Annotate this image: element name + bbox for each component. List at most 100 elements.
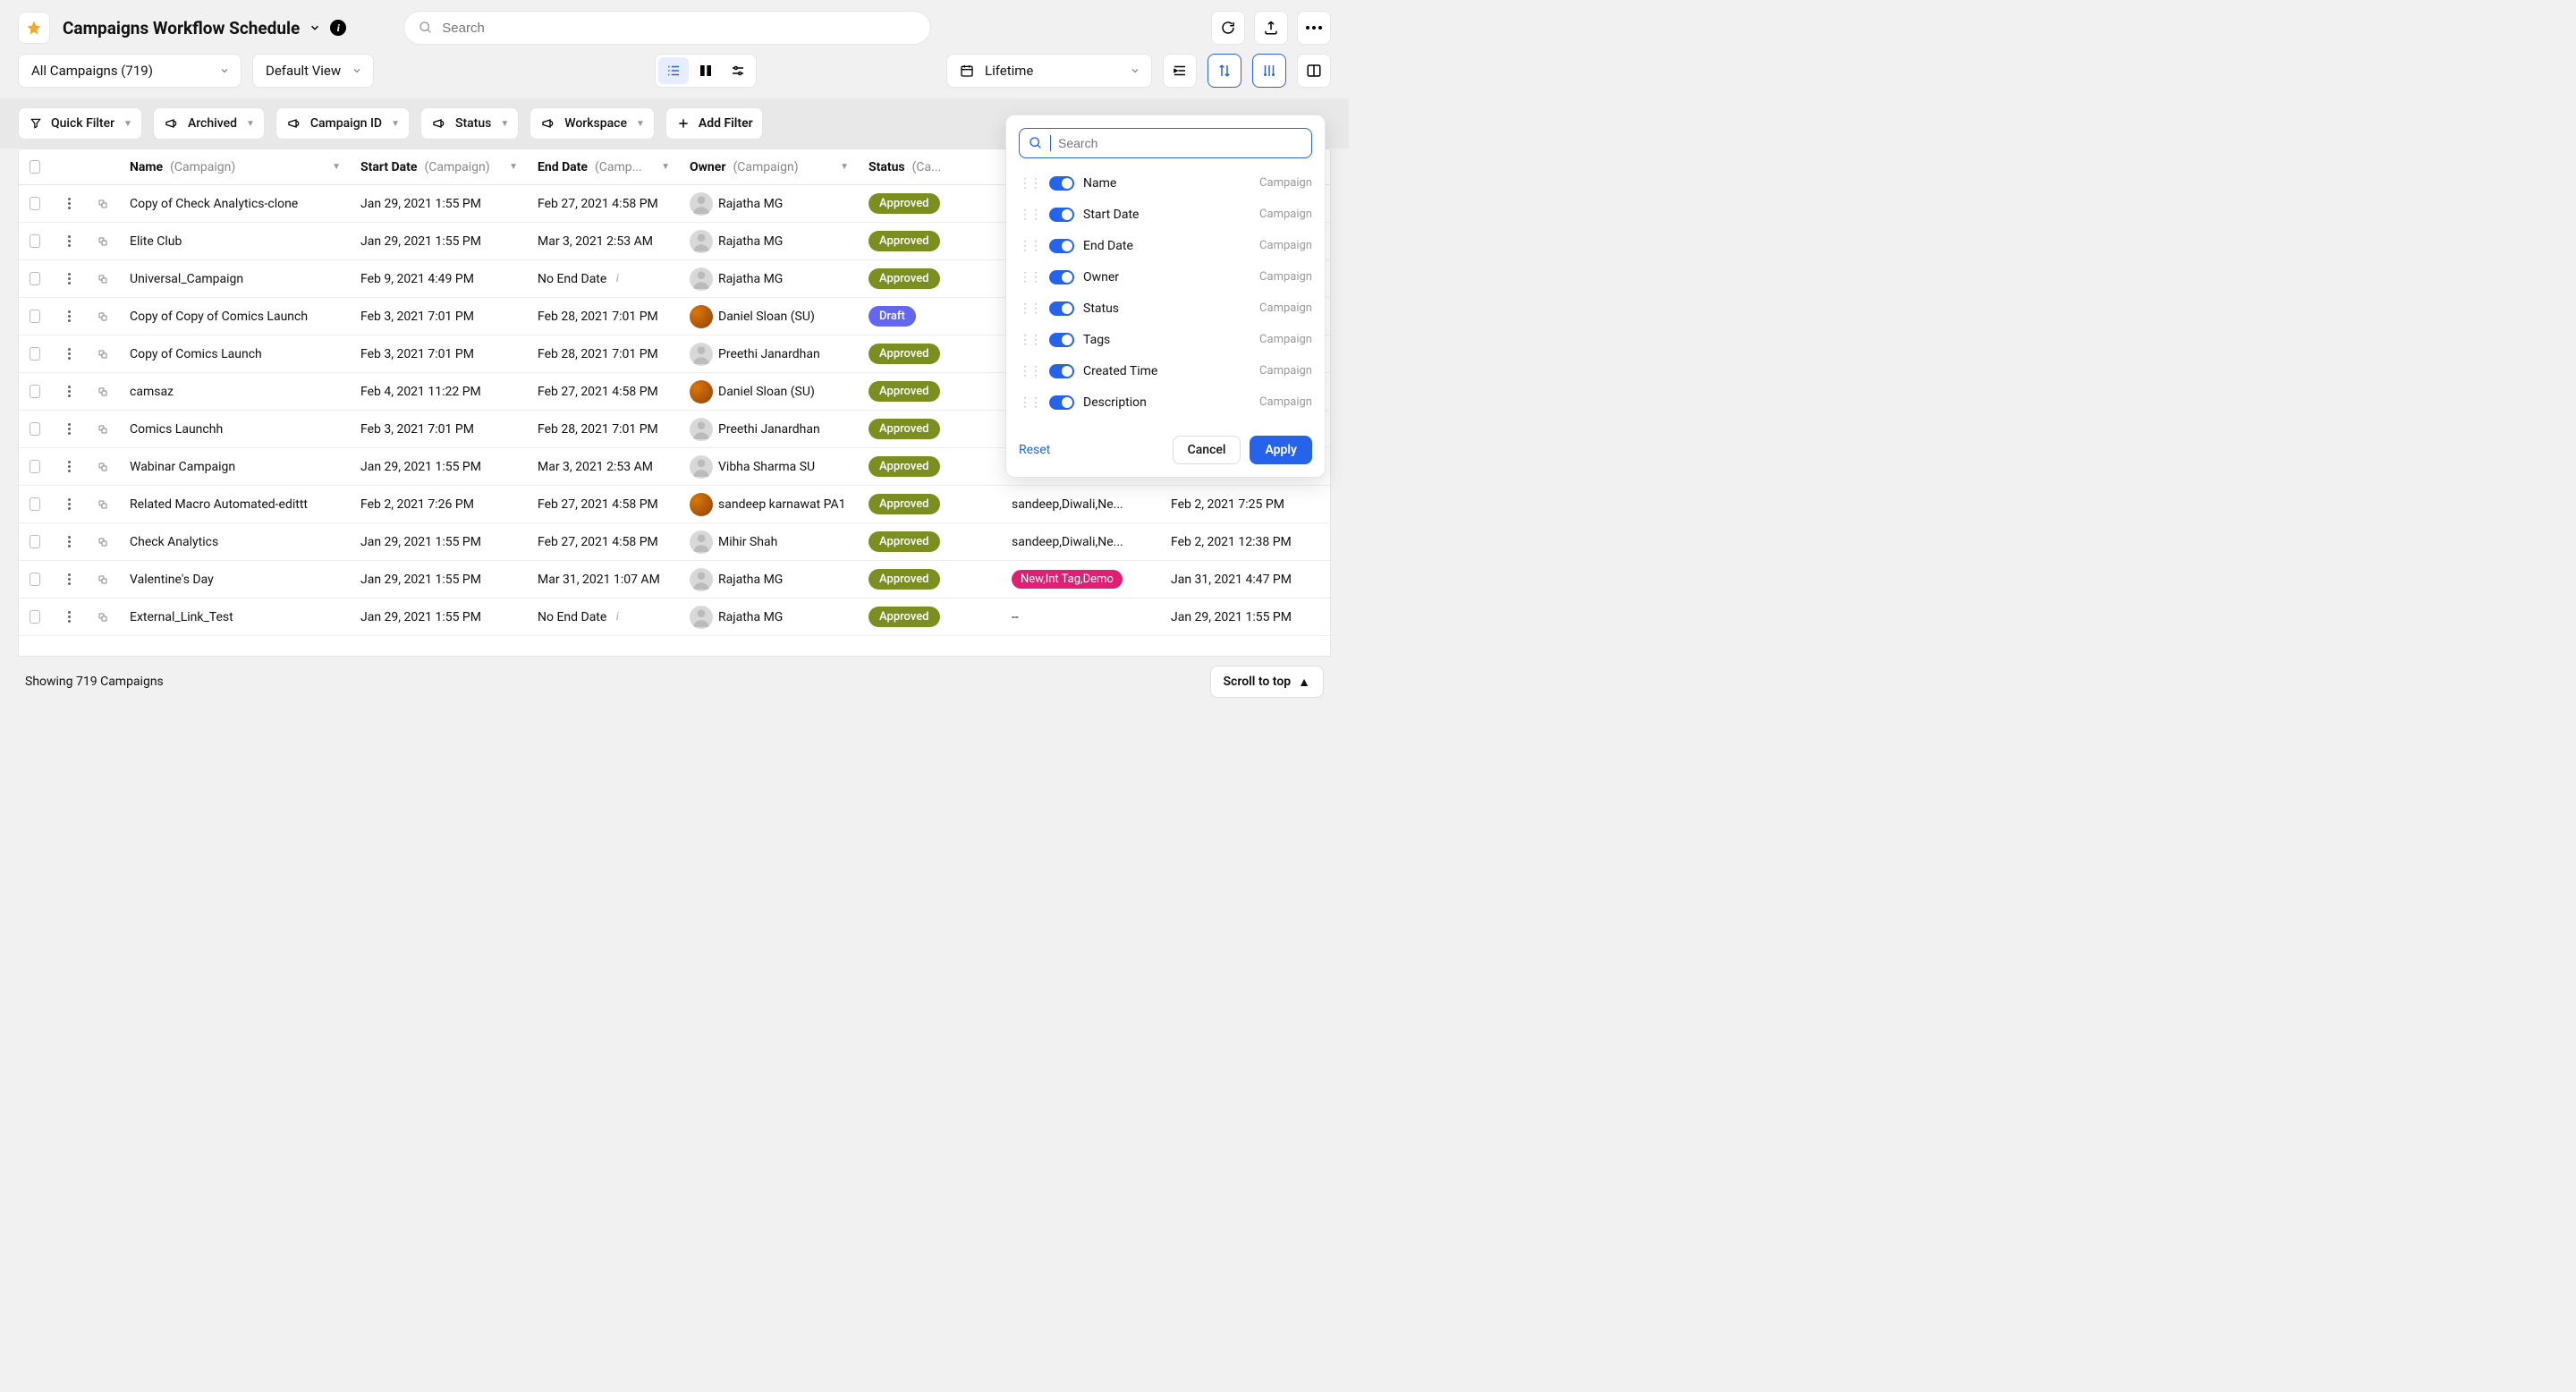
row-link[interactable] <box>87 347 119 361</box>
apply-button[interactable]: Apply <box>1250 436 1312 464</box>
column-toggle[interactable] <box>1049 270 1074 284</box>
export-button[interactable] <box>1254 11 1288 45</box>
column-item[interactable]: ⋮⋮TagsCampaign <box>1019 324 1312 355</box>
board-view-button[interactable] <box>691 57 721 84</box>
scroll-to-top-button[interactable]: Scroll to top ▲ <box>1210 666 1325 698</box>
table-row[interactable]: Check AnalyticsJan 29, 2021 1:55 PMFeb 2… <box>19 523 1330 561</box>
row-checkbox[interactable] <box>19 422 51 436</box>
drag-handle-icon[interactable]: ⋮⋮ <box>1019 427 1040 428</box>
drag-handle-icon[interactable]: ⋮⋮ <box>1019 176 1040 191</box>
info-icon[interactable]: i <box>330 20 346 36</box>
drag-handle-icon[interactable]: ⋮⋮ <box>1019 208 1040 222</box>
row-link[interactable] <box>87 610 119 624</box>
row-link[interactable] <box>87 310 119 324</box>
row-checkbox[interactable] <box>19 347 51 361</box>
refresh-button[interactable] <box>1211 11 1245 45</box>
row-link[interactable] <box>87 234 119 249</box>
timerange-dropdown[interactable]: Lifetime <box>946 54 1152 88</box>
columns-button[interactable] <box>1252 54 1286 88</box>
th-start[interactable]: Start Date (Campaign)▼ <box>350 160 527 174</box>
quick-filter-chip[interactable]: Quick Filter ▼ <box>18 107 142 140</box>
drag-handle-icon[interactable]: ⋮⋮ <box>1019 301 1040 316</box>
column-search-input[interactable] <box>1058 136 1302 150</box>
column-item[interactable]: ⋮⋮NameCampaign <box>1019 167 1312 199</box>
row-actions[interactable] <box>51 235 87 247</box>
drag-handle-icon[interactable]: ⋮⋮ <box>1019 239 1040 253</box>
row-actions[interactable] <box>51 611 87 623</box>
row-checkbox[interactable] <box>19 573 51 586</box>
column-item[interactable]: ⋮⋮Modified TimeCampaign <box>1019 418 1312 427</box>
row-checkbox[interactable] <box>19 310 51 323</box>
global-search[interactable] <box>403 11 931 45</box>
cancel-button[interactable]: Cancel <box>1173 436 1241 464</box>
campaignid-filter-chip[interactable]: Campaign ID ▼ <box>275 107 410 140</box>
column-item[interactable]: ⋮⋮Created TimeCampaign <box>1019 355 1312 386</box>
drag-handle-icon[interactable]: ⋮⋮ <box>1019 364 1040 378</box>
row-actions[interactable] <box>51 310 87 322</box>
settings-view-button[interactable] <box>723 57 753 84</box>
column-toggle[interactable] <box>1049 333 1074 347</box>
column-toggle[interactable] <box>1049 301 1074 316</box>
row-link[interactable] <box>87 272 119 286</box>
layout-button[interactable] <box>1297 54 1331 88</box>
column-search[interactable] <box>1019 128 1312 158</box>
column-toggle[interactable] <box>1049 208 1074 222</box>
sort-button[interactable] <box>1208 54 1241 88</box>
row-actions[interactable] <box>51 498 87 510</box>
row-actions[interactable] <box>51 386 87 397</box>
view-dropdown[interactable]: Default View <box>252 54 374 88</box>
row-actions[interactable] <box>51 536 87 547</box>
list-view-button[interactable] <box>658 57 689 84</box>
row-actions[interactable] <box>51 573 87 585</box>
row-link[interactable] <box>87 497 119 512</box>
column-toggle[interactable] <box>1049 239 1074 253</box>
row-link[interactable] <box>87 460 119 474</box>
row-checkbox[interactable] <box>19 234 51 248</box>
status-filter-chip[interactable]: Status ▼ <box>420 107 519 140</box>
row-checkbox[interactable] <box>19 385 51 398</box>
table-row[interactable]: Related Macro Automated-editttFeb 2, 202… <box>19 486 1330 523</box>
select-all[interactable] <box>19 160 51 174</box>
workspace-filter-chip[interactable]: Workspace ▼ <box>530 107 655 140</box>
drag-handle-icon[interactable]: ⋮⋮ <box>1019 333 1040 347</box>
table-row[interactable]: External_Link_TestJan 29, 2021 1:55 PMNo… <box>19 598 1330 636</box>
row-checkbox[interactable] <box>19 535 51 548</box>
column-item[interactable]: ⋮⋮Start DateCampaign <box>1019 199 1312 230</box>
row-link[interactable] <box>87 573 119 587</box>
row-link[interactable] <box>87 385 119 399</box>
campaigns-filter-dropdown[interactable]: All Campaigns (719) <box>18 54 242 88</box>
column-item[interactable]: ⋮⋮StatusCampaign <box>1019 293 1312 324</box>
table-row[interactable]: Valentine's DayJan 29, 2021 1:55 PMMar 3… <box>19 561 1330 598</box>
row-checkbox[interactable] <box>19 497 51 511</box>
drag-handle-icon[interactable]: ⋮⋮ <box>1019 270 1040 284</box>
search-input[interactable] <box>442 21 916 36</box>
th-status[interactable]: Status (Ca... <box>858 160 1001 174</box>
reset-button[interactable]: Reset <box>1019 443 1050 457</box>
row-actions[interactable] <box>51 423 87 435</box>
th-name[interactable]: Name (Campaign)▼ <box>119 160 350 174</box>
row-actions[interactable] <box>51 348 87 360</box>
column-item[interactable]: ⋮⋮DescriptionCampaign <box>1019 386 1312 418</box>
column-toggle[interactable] <box>1049 176 1074 191</box>
th-owner[interactable]: Owner (Campaign)▼ <box>679 160 858 174</box>
row-actions[interactable] <box>51 273 87 284</box>
row-checkbox[interactable] <box>19 272 51 285</box>
chevron-down-icon[interactable] <box>309 21 321 34</box>
column-item[interactable]: ⋮⋮OwnerCampaign <box>1019 261 1312 293</box>
row-link[interactable] <box>87 422 119 437</box>
add-filter-button[interactable]: Add Filter <box>665 107 763 140</box>
more-button[interactable] <box>1297 11 1331 45</box>
indent-button[interactable] <box>1163 54 1197 88</box>
archived-filter-chip[interactable]: Archived ▼ <box>153 107 265 140</box>
favorite-button[interactable] <box>18 12 50 44</box>
column-toggle[interactable] <box>1049 364 1074 378</box>
row-actions[interactable] <box>51 198 87 209</box>
column-toggle[interactable] <box>1049 427 1074 428</box>
row-checkbox[interactable] <box>19 197 51 210</box>
row-checkbox[interactable] <box>19 460 51 473</box>
row-checkbox[interactable] <box>19 610 51 624</box>
th-end[interactable]: End Date (Camp...▼ <box>527 160 679 174</box>
row-link[interactable] <box>87 197 119 211</box>
column-toggle[interactable] <box>1049 395 1074 410</box>
row-link[interactable] <box>87 535 119 549</box>
